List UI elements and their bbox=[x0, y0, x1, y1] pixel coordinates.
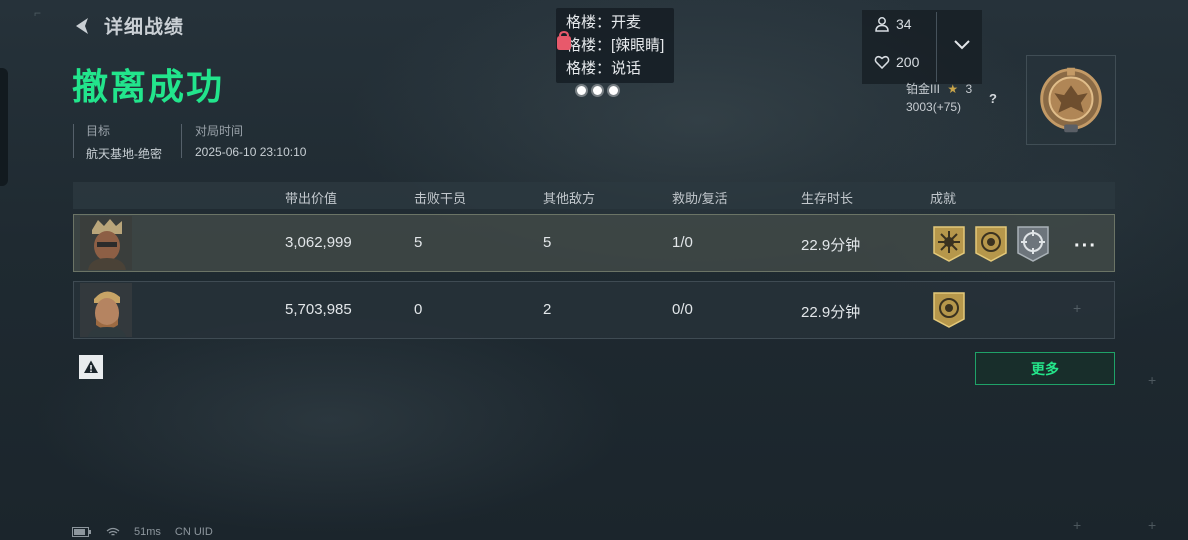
page-title: 详细战绩 bbox=[104, 17, 185, 38]
assists-revives: 1/0 bbox=[672, 234, 693, 251]
time-value: 2025-06-10 23:10:10 bbox=[195, 145, 307, 159]
rank-tier: 铂金III ★ 3 bbox=[906, 80, 972, 97]
pager-dot[interactable] bbox=[593, 86, 602, 95]
achievement-badge-crosshair[interactable] bbox=[1016, 225, 1050, 263]
extraction-result: 撤离成功 bbox=[72, 66, 225, 107]
achievement-badge-sun[interactable] bbox=[932, 225, 966, 263]
pager-dot[interactable] bbox=[609, 86, 618, 95]
bag-icon bbox=[557, 30, 571, 50]
target-label: 目标 bbox=[86, 124, 111, 138]
heart-icon bbox=[874, 55, 890, 70]
operator-avatar bbox=[80, 216, 132, 270]
crosshair-badge-icon bbox=[1017, 226, 1049, 262]
like-count[interactable]: 200 bbox=[874, 54, 919, 70]
back-arrow-icon bbox=[76, 17, 88, 34]
rank-help-button[interactable]: ? bbox=[989, 91, 997, 106]
survival-time: 22.9分钟 bbox=[801, 237, 861, 254]
chat-message: 格楼：[辣眼睛] bbox=[566, 37, 665, 54]
battery-icon bbox=[72, 527, 91, 537]
target-badge-icon bbox=[975, 226, 1007, 262]
star-icon: ★ bbox=[947, 82, 959, 96]
side-handle[interactable] bbox=[0, 68, 8, 186]
row-menu-button[interactable]: ··· bbox=[1074, 235, 1097, 258]
column-header: 成就 bbox=[930, 191, 957, 206]
time-label: 对局时间 bbox=[195, 124, 244, 138]
uid-label: CN UID bbox=[174, 526, 213, 538]
crosshair-mark: + bbox=[1073, 517, 1082, 533]
column-header: 生存时长 bbox=[801, 191, 854, 206]
match-time-info: 对局时间 2025-06-10 23:10:10 bbox=[195, 122, 306, 159]
rank-tier-label: 铂金III bbox=[906, 82, 941, 96]
back-button[interactable]: 详细战绩 bbox=[72, 12, 184, 39]
ping-value: 51ms bbox=[134, 526, 161, 538]
crosshair-mark: + bbox=[1148, 372, 1157, 388]
column-header: 击败干员 bbox=[414, 191, 467, 206]
assists-revives: 0/0 bbox=[672, 301, 693, 318]
rank-stars: 3 bbox=[965, 82, 973, 96]
like-count-value: 200 bbox=[896, 54, 920, 70]
warning-icon bbox=[84, 360, 98, 373]
achievement-badge-target[interactable] bbox=[974, 225, 1008, 263]
chat-message: 格楼：说话 bbox=[566, 60, 642, 77]
column-header: 带出价值 bbox=[285, 191, 338, 206]
wifi-icon bbox=[106, 527, 120, 536]
other-enemies: 2 bbox=[543, 301, 552, 318]
meta-divider bbox=[73, 124, 74, 158]
crosshair-mark: + bbox=[1148, 517, 1157, 533]
player-count-value: 34 bbox=[896, 16, 912, 32]
report-button[interactable] bbox=[79, 355, 103, 379]
carry-value: 5,703,985 bbox=[285, 301, 352, 318]
rank-score: 3003(+75) bbox=[906, 100, 962, 114]
crosshair-mark: + bbox=[1073, 300, 1082, 316]
operator-avatar bbox=[80, 283, 132, 337]
panel-divider bbox=[936, 12, 937, 82]
survival-time: 22.9分钟 bbox=[801, 304, 861, 321]
target-info: 目标 航天基地-绝密 bbox=[86, 122, 162, 162]
status-bar: 51ms CN UID bbox=[72, 526, 213, 538]
achievement-badge-target[interactable] bbox=[932, 291, 966, 329]
meta-divider bbox=[181, 124, 182, 158]
column-header: 救助/复活 bbox=[672, 191, 728, 206]
carry-value: 3,062,999 bbox=[285, 234, 352, 251]
column-header: 其他敌方 bbox=[543, 191, 596, 206]
operator-kills: 0 bbox=[414, 301, 423, 318]
chat-pager[interactable] bbox=[577, 86, 618, 95]
more-button[interactable]: 更多 bbox=[975, 352, 1115, 385]
rank-medal[interactable] bbox=[1026, 55, 1116, 145]
person-icon bbox=[875, 17, 889, 32]
sun-badge-icon bbox=[933, 226, 965, 262]
chat-message: 格楼：开麦 bbox=[566, 14, 642, 31]
other-enemies: 5 bbox=[543, 234, 552, 251]
player-count[interactable]: 34 bbox=[874, 16, 912, 32]
corner-mark: ⌐ bbox=[34, 6, 42, 20]
medal-icon bbox=[1040, 67, 1102, 133]
pager-dot[interactable] bbox=[577, 86, 586, 95]
target-value: 航天基地-绝密 bbox=[86, 147, 162, 161]
chevron-down-icon[interactable] bbox=[952, 34, 972, 54]
operator-kills: 5 bbox=[414, 234, 423, 251]
target-badge-icon bbox=[933, 292, 965, 328]
